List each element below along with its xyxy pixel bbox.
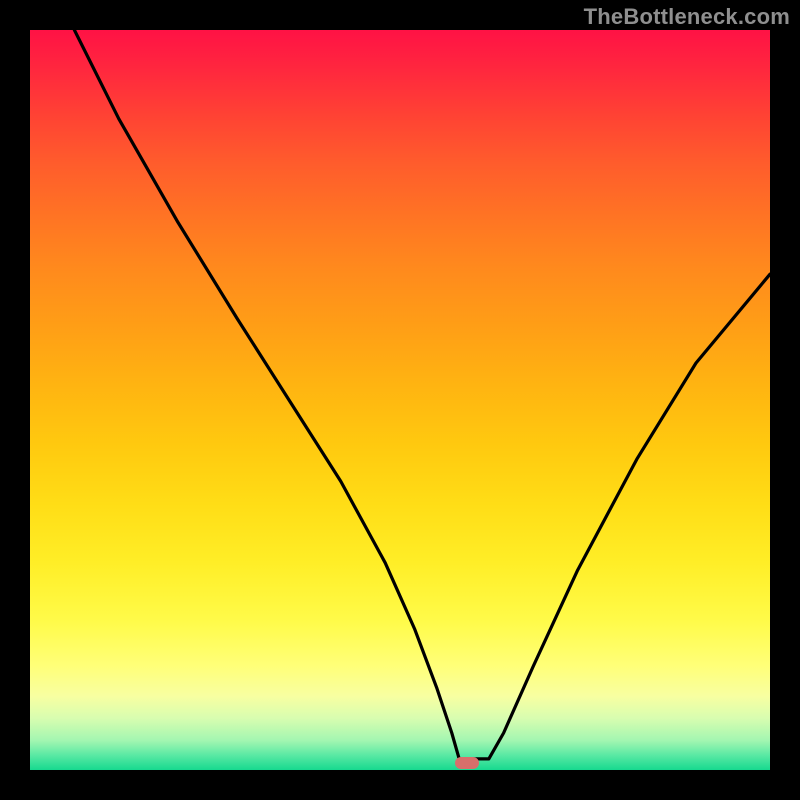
plot-area — [30, 30, 770, 770]
chart-frame: TheBottleneck.com — [0, 0, 800, 800]
bottleneck-curve — [30, 30, 770, 770]
watermark-text: TheBottleneck.com — [584, 4, 790, 30]
optimal-point-marker — [455, 757, 479, 769]
